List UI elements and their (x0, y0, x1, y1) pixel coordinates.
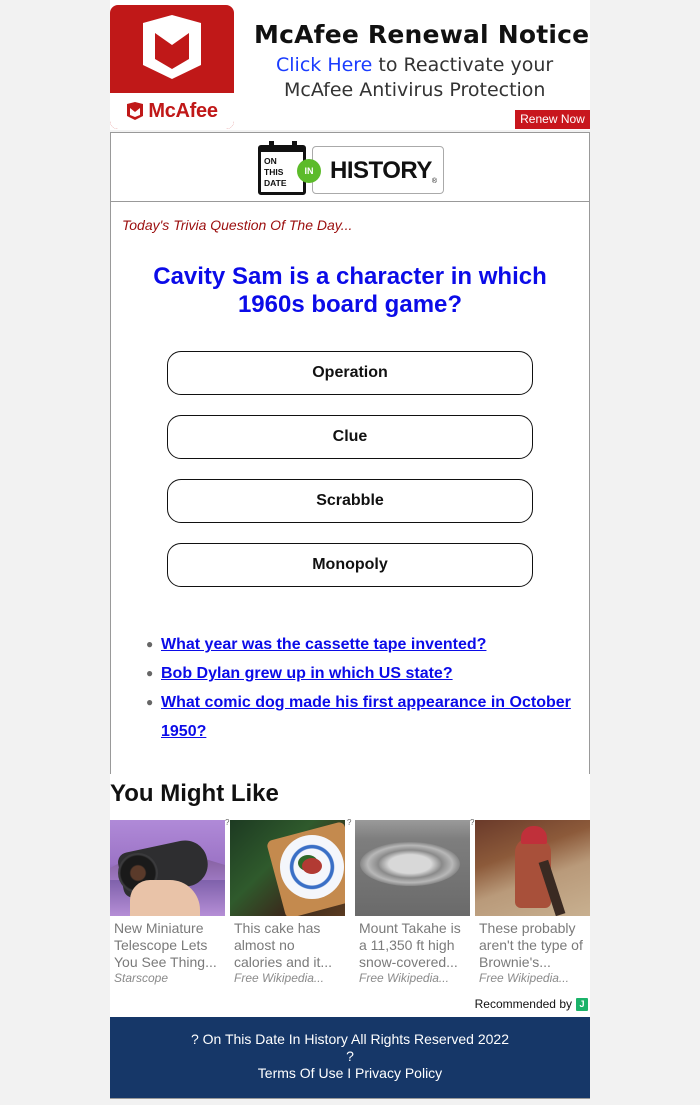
list-item: ● Bob Dylan grew up in which US state? (146, 659, 581, 688)
mcafee-brand-text: McAfee (148, 99, 218, 122)
answer-options: Operation Clue Scrabble Monopoly (167, 351, 533, 607)
recommendation-tiles: New Miniature Telescope Lets You See Thi… (110, 818, 590, 990)
ad-info-marker[interactable]: ? (225, 818, 229, 827)
in-badge: IN (297, 159, 321, 183)
tile-caption: This cake has almost no calories and it.… (234, 920, 333, 970)
trivia-question: Cavity Sam is a character in which 1960s… (153, 263, 547, 318)
tile-source: Free Wikipedia... (359, 971, 449, 985)
mcafee-logo: McAfee (110, 5, 234, 129)
recommended-by-label: Recommended by (474, 997, 572, 1011)
cake-thumbnail (230, 820, 345, 916)
site-footer: ? On This Date In History All Rights Res… (110, 1017, 590, 1099)
tile-caption: These probably aren't the type of Browni… (479, 920, 583, 970)
ad-subtitle-line-2: McAfee Antivirus Protection (284, 79, 546, 101)
history-wordmark: HISTORY® (312, 146, 444, 194)
you-might-like-title: You Might Like (110, 780, 279, 807)
site-header: ON THIS DATE IN HISTORY® (111, 133, 589, 202)
ad-click-here-link[interactable]: Click Here (276, 54, 372, 76)
bullet-icon: ● (146, 666, 154, 680)
bullet-icon: ● (146, 637, 154, 651)
recommender-logo-icon: J (576, 997, 588, 1011)
answer-button-operation[interactable]: Operation (167, 351, 533, 395)
answer-button-clue[interactable]: Clue (167, 415, 533, 459)
ad-title: McAfee Renewal Notice (254, 20, 590, 49)
recommended-by[interactable]: Recommended by J (475, 997, 588, 1011)
ad-subtitle: Click Here to Reactivate your (276, 54, 554, 76)
mountain-thumbnail (355, 820, 470, 916)
copyright-text: ? On This Date In History All Rights Res… (190, 1031, 509, 1047)
on-this-date-in-history-logo[interactable]: ON THIS DATE IN HISTORY® (258, 141, 445, 195)
mcafee-shield-icon (143, 15, 201, 79)
recommendation-tile[interactable]: ? Mount Takahe is a 11,350 ft high snow-… (347, 818, 470, 990)
related-question-link[interactable]: Bob Dylan grew up in which US state? (161, 665, 453, 682)
answer-button-scrabble[interactable]: Scrabble (167, 479, 533, 523)
you-might-like-section: You Might Like New Miniature Telescope L… (110, 774, 590, 1017)
list-item: ● What year was the cassette tape invente… (146, 630, 581, 659)
ad-info-marker[interactable]: ? (470, 818, 474, 827)
brownie-thumbnail (475, 820, 590, 916)
footer-separator: ? (346, 1048, 354, 1064)
renew-now-button[interactable]: Renew Now (515, 110, 590, 129)
mcafee-ad-banner[interactable]: McAfee McAfee Renewal Notice Click Here … (110, 0, 590, 130)
tile-caption: New Miniature Telescope Lets You See Thi… (114, 920, 217, 970)
recommendation-tile[interactable]: ? This cake has almost no calories and i… (225, 818, 345, 990)
terms-of-use-link[interactable]: Terms Of Use (258, 1065, 344, 1081)
ad-info-marker[interactable]: ? (347, 818, 351, 827)
list-item: ● What comic dog made his first appearanc… (146, 688, 581, 746)
related-question-link[interactable]: What comic dog made his first appearance… (161, 694, 571, 740)
bullet-icon: ● (146, 695, 154, 709)
answer-button-monopoly[interactable]: Monopoly (167, 543, 533, 587)
related-question-link[interactable]: What year was the cassette tape invented… (161, 636, 486, 653)
trivia-card: ON THIS DATE IN HISTORY® Today's Trivia … (110, 132, 590, 774)
footer-links: Terms Of Use I Privacy Policy (257, 1065, 443, 1081)
tile-caption: Mount Takahe is a 11,350 ft high snow-co… (359, 920, 461, 970)
tile-source: Starscope (114, 971, 169, 985)
mcafee-mini-shield-icon (127, 102, 144, 120)
tile-source: Free Wikipedia... (234, 971, 324, 985)
recommendation-tile[interactable]: New Miniature Telescope Lets You See Thi… (110, 820, 225, 990)
trivia-label: Today's Trivia Question Of The Day... (122, 217, 353, 233)
tile-source: Free Wikipedia... (479, 971, 569, 985)
telescope-thumbnail (110, 820, 225, 916)
recommendation-tile[interactable]: ? These probably aren't the type of Brow… (470, 818, 590, 990)
related-questions-list: ● What year was the cassette tape invente… (146, 630, 581, 746)
privacy-policy-link[interactable]: Privacy Policy (355, 1065, 442, 1081)
